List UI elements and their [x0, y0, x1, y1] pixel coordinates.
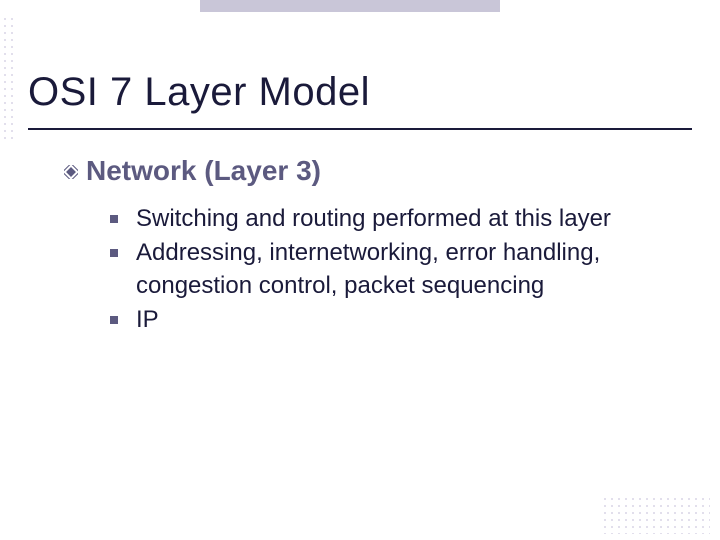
title-underline	[28, 128, 692, 130]
list-item: Switching and routing performed at this …	[110, 203, 690, 235]
list-item: Addressing, internetworking, error handl…	[110, 237, 690, 302]
bullet-list: Switching and routing performed at this …	[110, 203, 690, 337]
left-dot-pattern	[0, 14, 18, 144]
heading-row: Network (Layer 3)	[64, 155, 690, 187]
list-item-text: Addressing, internetworking, error handl…	[136, 237, 676, 302]
square-bullet-icon	[110, 316, 118, 324]
content-area: Network (Layer 3) Switching and routing …	[64, 155, 690, 339]
list-item: IP	[110, 304, 690, 336]
slide-title: OSI 7 Layer Model	[28, 70, 370, 115]
diamond-bullet-icon	[64, 165, 78, 179]
section-heading: Network (Layer 3)	[86, 155, 321, 187]
list-item-text: IP	[136, 304, 159, 336]
top-accent-bar	[200, 0, 500, 12]
square-bullet-icon	[110, 249, 118, 257]
bottom-dot-pattern	[600, 494, 710, 534]
list-item-text: Switching and routing performed at this …	[136, 203, 611, 235]
square-bullet-icon	[110, 215, 118, 223]
